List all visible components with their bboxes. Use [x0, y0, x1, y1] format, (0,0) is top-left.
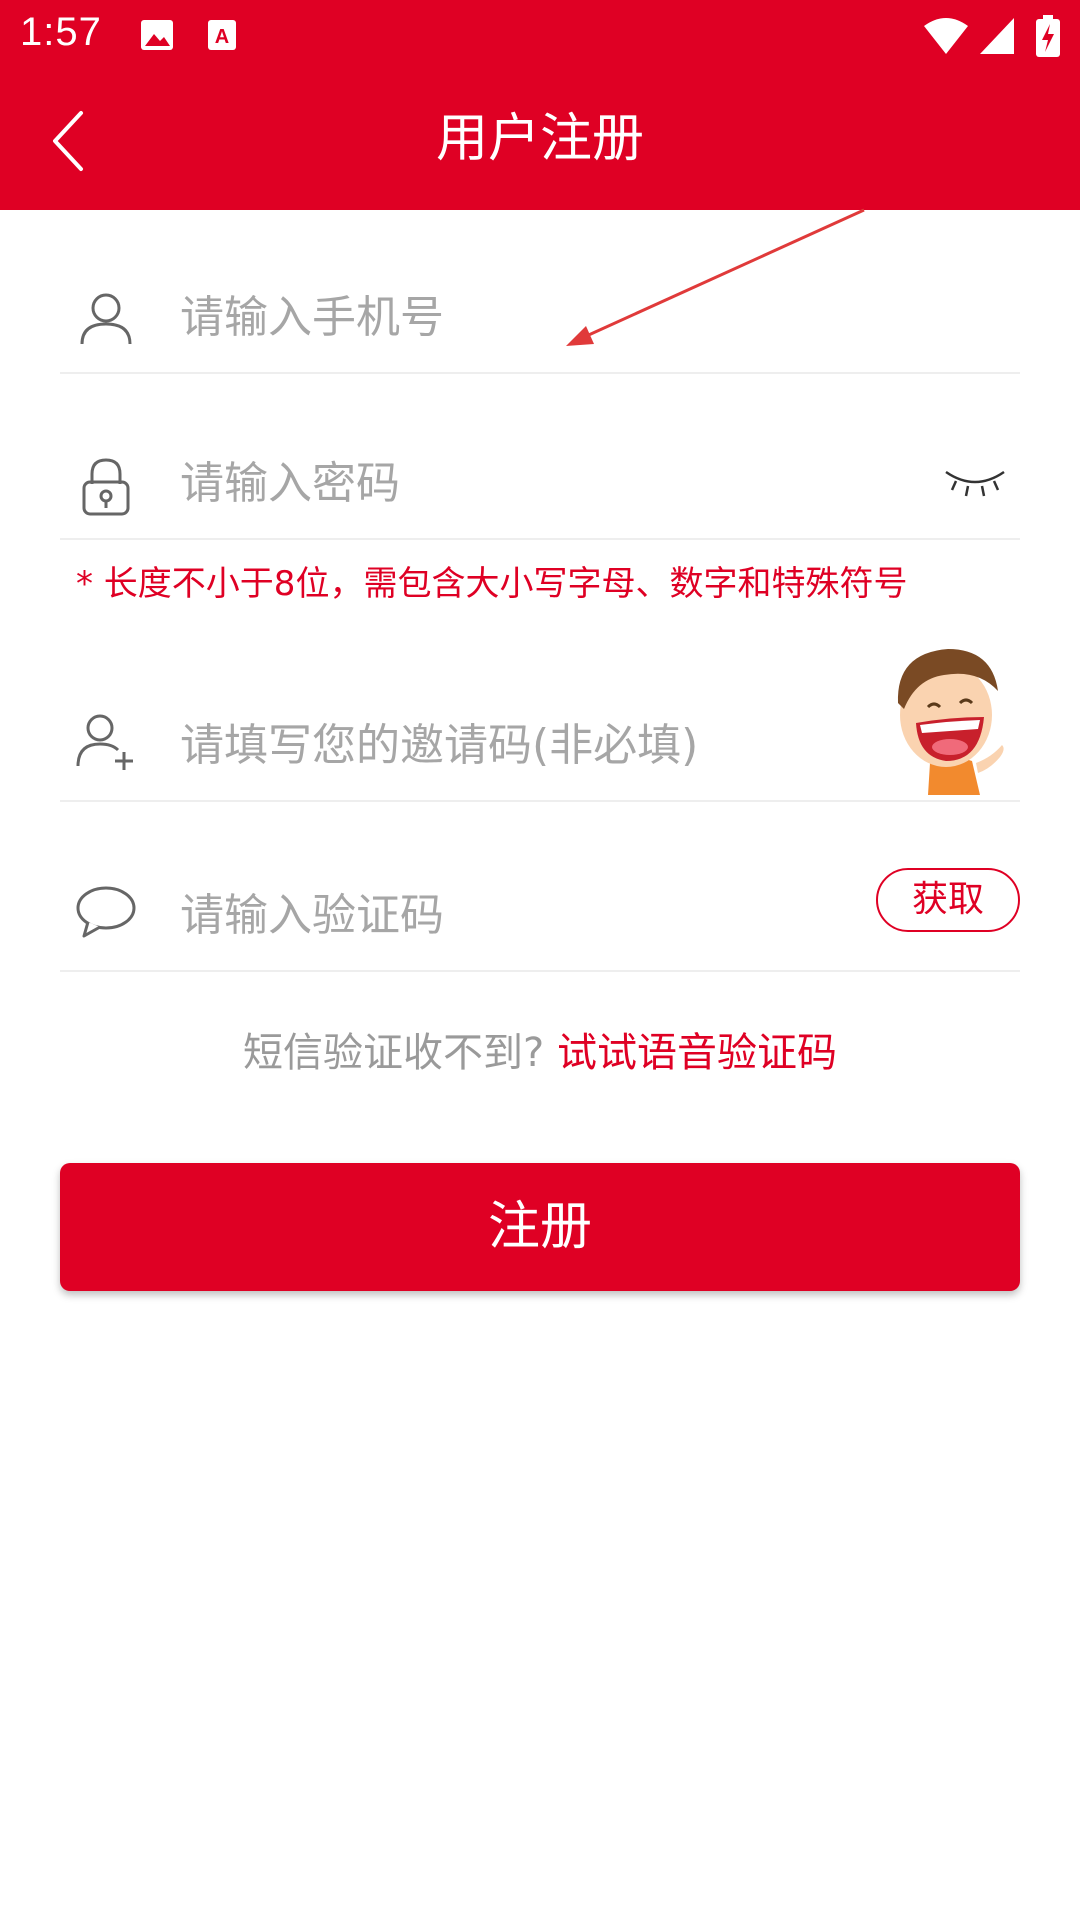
page-title: 用户注册: [435, 109, 644, 169]
eye-closed-icon: [945, 470, 1005, 497]
app-header: 1:57 A 用户注册: [0, 0, 1080, 210]
wifi-icon: [922, 14, 970, 58]
voice-verify-line: 短信验证收不到? 试试语音验证码: [0, 1025, 1080, 1081]
invite-code-input[interactable]: [180, 710, 820, 780]
signal-icon: [978, 14, 1016, 58]
font-a-icon: A: [204, 14, 244, 58]
title-bar: 用户注册: [0, 72, 1080, 210]
phone-input[interactable]: [180, 282, 820, 352]
password-row: [60, 424, 1020, 540]
get-code-button[interactable]: 获取: [876, 868, 1020, 932]
password-visibility-toggle[interactable]: [940, 458, 1010, 508]
user-icon: [74, 286, 138, 350]
invite-row: [60, 680, 1020, 802]
lock-icon: [74, 454, 138, 518]
mascot-illustration: [897, 649, 1004, 795]
phone-row: [60, 258, 1020, 374]
voice-verify-link[interactable]: 试试语音验证码: [557, 1030, 837, 1076]
verification-code-input[interactable]: [180, 880, 820, 950]
verification-row: 获取: [60, 850, 1020, 972]
password-hint: * 长度不小于8位，需包含大小写字母、数字和特殊符号: [76, 564, 908, 604]
svg-text:A: A: [215, 26, 229, 48]
battery-charging-icon: [1034, 14, 1062, 58]
status-time: 1:57: [20, 10, 102, 54]
image-icon: [138, 14, 178, 58]
password-input[interactable]: [180, 448, 820, 518]
status-bar: 1:57 A: [0, 0, 1080, 72]
add-user-icon: [74, 708, 138, 772]
register-button[interactable]: 注册: [60, 1163, 1020, 1291]
voice-verify-prefix: 短信验证收不到?: [243, 1030, 545, 1076]
chat-bubble-icon: [74, 880, 138, 944]
